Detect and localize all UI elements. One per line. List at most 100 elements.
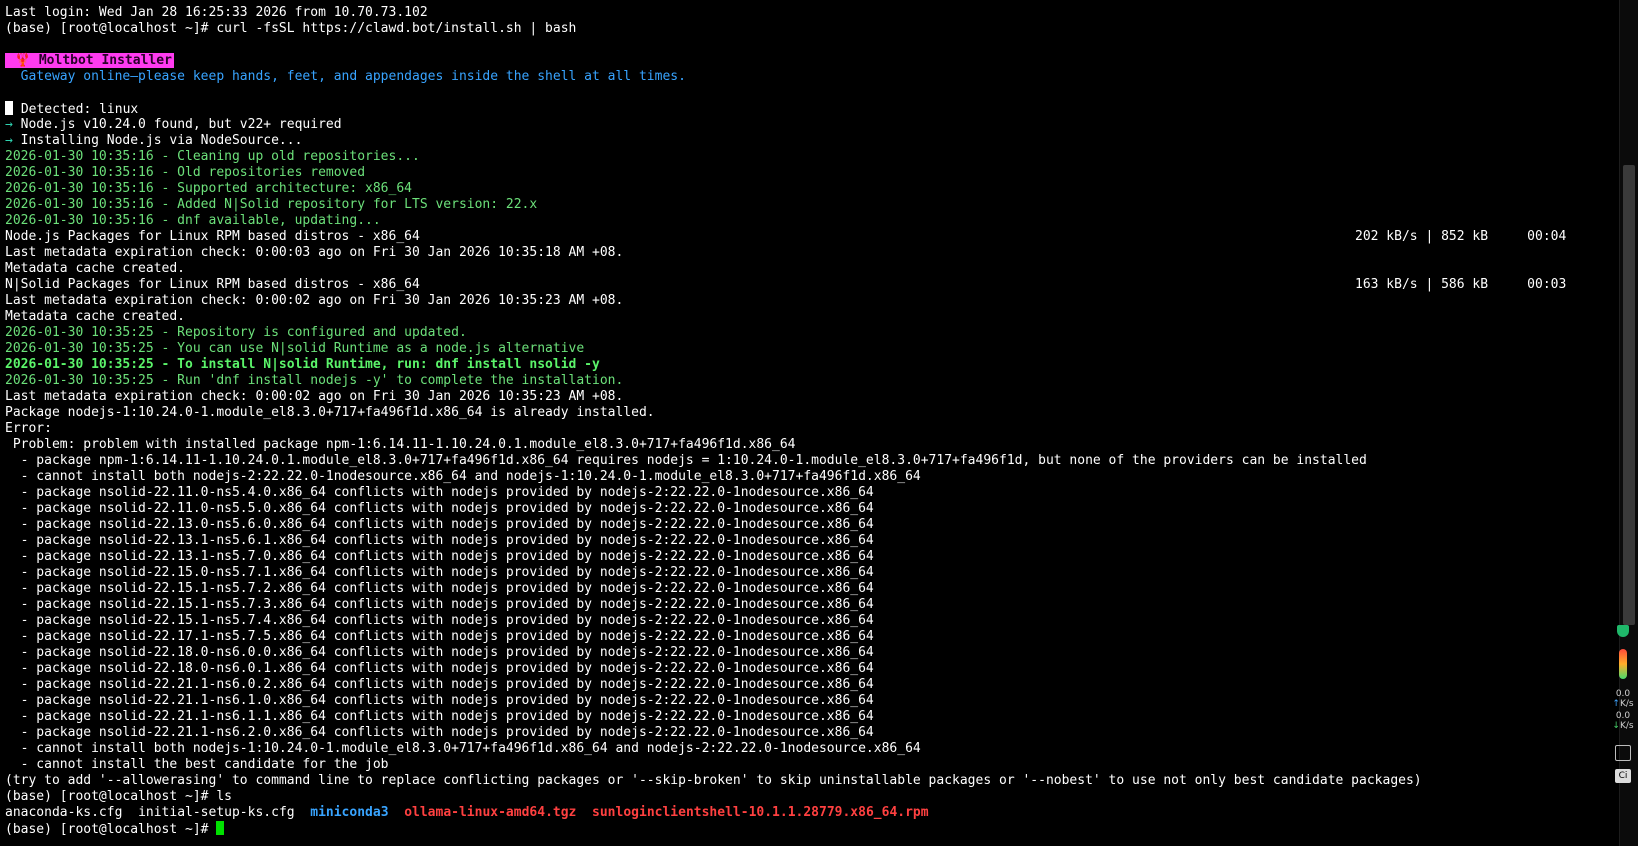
terminal-output[interactable]: Last login: Wed Jan 28 16:25:33 2026 fro… <box>5 5 1595 841</box>
terminal-line: - package nsolid-22.13.0-ns5.6.0.x86_64 … <box>5 517 1595 533</box>
terminal-line: - package nsolid-22.11.0-ns5.5.0.x86_64 … <box>5 501 1595 517</box>
terminal-line-text: Node.js v10.24.0 found, but v22+ require… <box>12 117 342 132</box>
download-rate: 163 kB/s | 586 kB 00:03 <box>1355 277 1567 292</box>
terminal-line-text: - package nsolid-22.21.1-ns6.1.1.x86_64 … <box>5 709 874 724</box>
download-speed: 0.0 ↓K/s <box>1612 711 1634 731</box>
terminal-line-text: Last login: Wed Jan 28 16:25:33 2026 fro… <box>5 5 428 20</box>
terminal-line-text: Last metadata expiration check: 0:00:02 … <box>5 293 624 308</box>
terminal-line-text: Installing Node.js via NodeSource... <box>12 133 303 148</box>
terminal-line-text: Problem: problem with installed package … <box>5 437 796 452</box>
terminal-line-text: 2026-01-30 10:35:16 - Added N|Solid repo… <box>5 197 538 212</box>
terminal-line: (base) [root@localhost ~]# curl -fsSL ht… <box>5 21 1595 37</box>
terminal-line-text: Gateway online—please keep hands, feet, … <box>5 69 686 84</box>
terminal-line: Gateway online—please keep hands, feet, … <box>5 69 1595 85</box>
terminal-line: → Node.js v10.24.0 found, but v22+ requi… <box>5 117 1595 133</box>
terminal-line-text: - package nsolid-22.15.1-ns5.7.3.x86_64 … <box>5 597 874 612</box>
ls-entry: sunloginclientshell-10.1.1.28779.x86_64.… <box>592 805 929 820</box>
terminal-line-text: Package nodejs-1:10.24.0-1.module_el8.3.… <box>5 405 655 420</box>
shield-icon[interactable] <box>1617 625 1629 637</box>
terminal-line-text: (try to add '--allowerasing' to command … <box>5 773 1422 788</box>
terminal-line-text: Last metadata expiration check: 0:00:02 … <box>5 389 624 404</box>
terminal-line: Metadata cache created. <box>5 309 1595 325</box>
terminal-line: - package nsolid-22.21.1-ns6.2.0.x86_64 … <box>5 725 1595 741</box>
terminal-line: - package nsolid-22.21.1-ns6.1.0.x86_64 … <box>5 693 1595 709</box>
terminal-line-text: 2026-01-30 10:35:25 - Run 'dnf install n… <box>5 373 624 388</box>
terminal-line: 2026-01-30 10:35:25 - To install N|solid… <box>5 357 1595 373</box>
upload-speed: 0.0 ↑K/s <box>1612 689 1634 709</box>
terminal-line-text: - package nsolid-22.21.1-ns6.2.0.x86_64 … <box>5 725 874 740</box>
terminal-line-text: - cannot install both nodejs-1:10.24.0-1… <box>5 741 921 756</box>
terminal-line: - cannot install both nodejs-1:10.24.0-1… <box>5 741 1595 757</box>
terminal-line: - package nsolid-22.18.0-ns6.0.0.x86_64 … <box>5 645 1595 661</box>
ai-assistant-icon[interactable]: Ci <box>1615 769 1631 783</box>
terminal-line-text: - package nsolid-22.18.0-ns6.0.0.x86_64 … <box>5 645 874 660</box>
ls-entry: miniconda3 <box>310 805 389 820</box>
terminal-line: - package npm-1:6.14.11-1.10.24.0.1.modu… <box>5 453 1595 469</box>
ls-entry <box>576 805 592 820</box>
terminal-line: Package nodejs-1:10.24.0-1.module_el8.3.… <box>5 405 1595 421</box>
terminal-line-text: - cannot install both nodejs-2:22.22.0-1… <box>5 469 921 484</box>
terminal-line: - package nsolid-22.11.0-ns5.4.0.x86_64 … <box>5 485 1595 501</box>
terminal-cursor[interactable] <box>216 821 225 835</box>
terminal-line: - package nsolid-22.13.1-ns5.6.1.x86_64 … <box>5 533 1595 549</box>
terminal-line-text: Last metadata expiration check: 0:00:03 … <box>5 245 624 260</box>
terminal-line: 2026-01-30 10:35:25 - Run 'dnf install n… <box>5 373 1595 389</box>
terminal-line: - package nsolid-22.21.1-ns6.0.2.x86_64 … <box>5 677 1595 693</box>
download-rate: 202 kB/s | 852 kB 00:04 <box>1355 229 1567 244</box>
terminal-line-text: 2026-01-30 10:35:16 - Old repositories r… <box>5 165 366 180</box>
terminal-line-text: N|Solid Packages for Linux RPM based dis… <box>5 277 420 292</box>
terminal-line-text: - package nsolid-22.15.0-ns5.7.1.x86_64 … <box>5 565 874 580</box>
ls-entry: anaconda-ks.cfg <box>5 805 139 820</box>
shell-prompt: (base) [root@localhost ~]# <box>5 822 217 837</box>
window-icon[interactable] <box>1615 745 1631 761</box>
terminal-line-text: Error: <box>5 421 52 436</box>
terminal-line: N|Solid Packages for Linux RPM based dis… <box>5 277 1595 293</box>
terminal-line: Detected: linux <box>5 101 1595 117</box>
terminal-line: - cannot install both nodejs-2:22.22.0-1… <box>5 469 1595 485</box>
terminal-line-text: 2026-01-30 10:35:25 - To install N|solid… <box>5 357 600 372</box>
terminal-line: - package nsolid-22.21.1-ns6.1.1.x86_64 … <box>5 709 1595 725</box>
terminal-line-text: Node.js Packages for Linux RPM based dis… <box>5 229 420 244</box>
terminal-line-text: - package nsolid-22.18.0-ns6.0.1.x86_64 … <box>5 661 874 676</box>
terminal-line: Problem: problem with installed package … <box>5 437 1595 453</box>
network-monitor-widget: 0.0 ↑K/s 0.0 ↓K/s Ci <box>1610 625 1636 825</box>
terminal-line-text: - package nsolid-22.13.1-ns5.6.1.x86_64 … <box>5 533 874 548</box>
terminal-line-text: 2026-01-30 10:35:25 - Repository is conf… <box>5 325 467 340</box>
terminal-line: - package nsolid-22.15.1-ns5.7.2.x86_64 … <box>5 581 1595 597</box>
terminal-line: Node.js Packages for Linux RPM based dis… <box>5 229 1595 245</box>
arrow-icon: → <box>5 117 13 132</box>
terminal-line-text: Metadata cache created. <box>5 261 186 276</box>
terminal-line: 2026-01-30 10:35:25 - You can use N|soli… <box>5 341 1595 357</box>
terminal-line: Last metadata expiration check: 0:00:02 … <box>5 389 1595 405</box>
terminal-line: 2026-01-30 10:35:16 - Cleaning up old re… <box>5 149 1595 165</box>
arrow-icon: → <box>5 133 13 148</box>
status-block-icon <box>5 101 13 115</box>
terminal-line-text: (base) [root@localhost ~]# ls <box>5 789 232 804</box>
terminal-line: Error: <box>5 421 1595 437</box>
terminal-line: Last metadata expiration check: 0:00:02 … <box>5 293 1595 309</box>
terminal-line-text: - package npm-1:6.14.11-1.10.24.0.1.modu… <box>5 453 1367 468</box>
terminal-line-text: 2026-01-30 10:35:16 - dnf available, upd… <box>5 213 381 228</box>
terminal-line: 🦞 Moltbot Installer <box>5 53 1595 69</box>
terminal-line-text: (base) [root@localhost ~]# curl -fsSL ht… <box>5 21 577 36</box>
terminal-line-text: - package nsolid-22.15.1-ns5.7.4.x86_64 … <box>5 613 874 628</box>
scrollbar-thumb[interactable] <box>1623 165 1635 625</box>
terminal-line-text: 2026-01-30 10:35:16 - Cleaning up old re… <box>5 149 420 164</box>
terminal-line: - package nsolid-22.18.0-ns6.0.1.x86_64 … <box>5 661 1595 677</box>
terminal-line-text: 🦞 Moltbot Installer <box>5 53 174 68</box>
terminal-line-text: - cannot install the best candidate for … <box>5 757 389 772</box>
terminal-line: Last login: Wed Jan 28 16:25:33 2026 fro… <box>5 5 1595 21</box>
terminal-line-text: - package nsolid-22.13.0-ns5.6.0.x86_64 … <box>5 517 874 532</box>
prompt-line[interactable]: (base) [root@localhost ~]# <box>5 821 1595 837</box>
terminal-line-text: 2026-01-30 10:35:25 - You can use N|soli… <box>5 341 585 356</box>
terminal-line: → Installing Node.js via NodeSource... <box>5 133 1595 149</box>
terminal-line: Metadata cache created. <box>5 261 1595 277</box>
terminal-line: 2026-01-30 10:35:16 - Added N|Solid repo… <box>5 197 1595 213</box>
ls-entry <box>389 805 405 820</box>
terminal-line: - package nsolid-22.13.1-ns5.7.0.x86_64 … <box>5 549 1595 565</box>
terminal-line: 2026-01-30 10:35:16 - dnf available, upd… <box>5 213 1595 229</box>
terminal-line: - package nsolid-22.15.0-ns5.7.1.x86_64 … <box>5 565 1595 581</box>
terminal-line-text: Detected: linux <box>13 102 139 117</box>
